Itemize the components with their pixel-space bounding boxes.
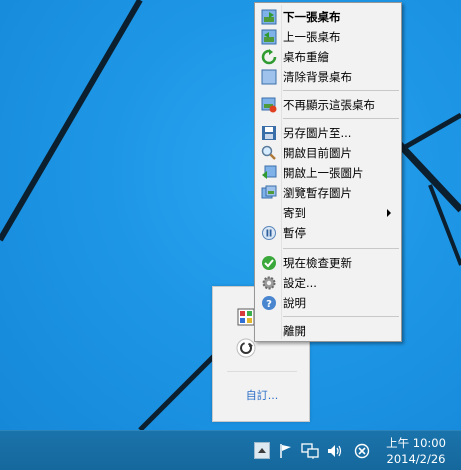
customize-link[interactable]: 自訂... [213,387,311,403]
menu-item-next-wallpaper[interactable]: 下一張桌布 [257,7,399,26]
next-wallpaper-icon [261,9,277,25]
menu-separator [283,90,399,91]
clock-time: 上午 10:00 [386,436,446,450]
menu-item-browse-cache[interactable]: 瀏覽暫存圖片 [257,183,399,202]
ban-wallpaper-icon [261,97,277,113]
menu-item-ban-wallpaper[interactable]: 不再顯示這張桌布 [257,95,399,114]
action-center-icon[interactable] [353,442,371,460]
network-icon[interactable] [301,442,319,460]
menu-item-exit[interactable]: 離開 [257,321,399,340]
menu-item-check-update[interactable]: 現在檢查更新 [257,253,399,272]
menu-item-open-current[interactable]: 開啟目前圖片 [257,143,399,162]
clock-date: 2014/2/26 [386,452,446,466]
volume-icon[interactable] [326,442,344,460]
system-clock[interactable]: 上午 10:00 2014/2/26 [378,435,454,467]
menu-item-clear-background[interactable]: 清除背景桌布 [257,67,399,86]
menu-separator [283,248,399,249]
menu-item-send-to[interactable]: 寄到 [257,203,399,222]
taskbar: 上午 10:00 2014/2/26 [0,430,461,470]
menu-item-open-previous[interactable]: 開啟上一張圖片 [257,163,399,182]
menu-separator [283,316,399,317]
pause-icon [261,225,277,241]
context-menu: 下一張桌布 上一張桌布 桌布重繪 清除背景桌布 不再顯示這張桌布 另存圖片至..… [254,2,402,342]
menu-separator [283,118,399,119]
menu-item-pause[interactable]: 暫停 [257,223,399,242]
clear-background-icon [261,69,277,85]
svg-text:?: ? [266,299,272,310]
save-icon [261,125,277,141]
open-previous-icon [261,165,277,181]
check-update-icon [261,255,277,271]
browse-cache-icon [261,185,277,201]
menu-item-previous-wallpaper[interactable]: 上一張桌布 [257,27,399,46]
menu-item-redraw[interactable]: 桌布重繪 [257,47,399,66]
menu-item-help[interactable]: ? 說明 [257,293,399,312]
redraw-icon [261,48,277,65]
previous-wallpaper-icon [261,29,277,45]
menu-item-save-as[interactable]: 另存圖片至... [257,123,399,142]
help-icon: ? [261,295,277,311]
gear-icon [261,275,277,291]
show-hidden-icons-button[interactable] [254,442,270,459]
flag-icon[interactable] [278,442,294,460]
magnifier-icon [261,145,277,161]
popup-divider [227,371,297,372]
submenu-arrow-icon [387,209,391,217]
menu-item-settings[interactable]: 設定... [257,273,399,292]
